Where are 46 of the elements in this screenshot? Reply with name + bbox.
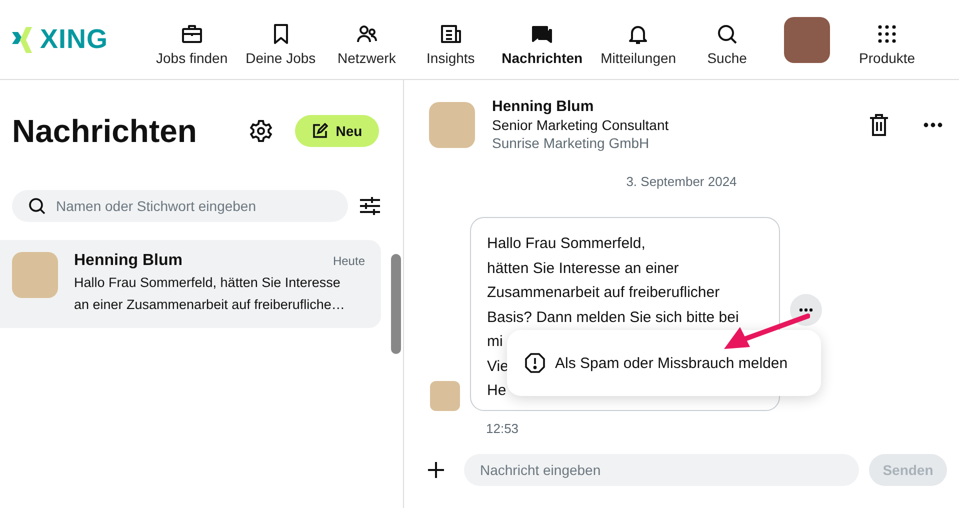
contact-photo (430, 381, 460, 411)
logo-mark-icon (10, 26, 34, 52)
search-input[interactable]: Namen oder Stichwort eingeben (54, 197, 348, 215)
contact-name: Henning Blum (74, 252, 182, 270)
filter-icon[interactable] (360, 197, 380, 215)
nav-item[interactable]: Deine Jobs (238, 22, 324, 66)
logo-text: XING (40, 24, 108, 55)
new-message-button[interactable]: Neu (295, 115, 379, 147)
contact-photo (429, 102, 475, 148)
message-line: Zusammenarbeit auf freiberuflicher (487, 283, 720, 303)
contact-name: Henning Blum (492, 98, 595, 116)
search-icon (28, 197, 46, 215)
message-line: hätten Sie Interesse an einer (487, 258, 679, 278)
page-title: Nachrichten (12, 112, 198, 150)
nav-item[interactable]: Nachrichten (494, 22, 591, 66)
message-line: He (487, 381, 506, 401)
message-line: mi (487, 332, 503, 352)
date-divider: 3. September 2024 (625, 174, 738, 189)
profile-avatar[interactable] (784, 16, 830, 62)
edit-icon (312, 123, 328, 139)
message-input[interactable]: Nachricht eingeben (464, 454, 859, 486)
contact-photo (12, 252, 58, 298)
nav-item[interactable]: Netzwerk (326, 22, 408, 66)
settings-icon[interactable] (249, 119, 273, 143)
message-preview: Hallo Frau Sommerfeld, hätten Sie Interesse an einer Zusammenarbeit auf freiberufliche… (74, 274, 346, 314)
message-time: Heute (332, 254, 365, 268)
contact-title: Senior Marketing Consultant (492, 116, 670, 134)
more-icon (799, 308, 813, 312)
company-name: Sunrise Marketing GmbH (492, 134, 650, 152)
nav-item[interactable]: Mitteilungen (592, 22, 684, 66)
message-time: 12:53 (485, 420, 520, 436)
delete-icon[interactable] (870, 114, 888, 136)
message-line: Vie (487, 356, 508, 376)
nav-item[interactable]: Insights (410, 22, 492, 66)
search-field[interactable]: Namen oder Stichwort eingeben (12, 190, 348, 222)
conversation-item[interactable]: Henning Blum Heute Hallo Frau Sommerfeld, hätten Sie Interesse an einer Zusammenarbeit auf freiberufliche… (0, 240, 381, 328)
nav-item[interactable]: Jobs finden (148, 22, 236, 66)
more-icon[interactable] (923, 122, 943, 128)
message-line: Basis? Dann melden Sie sich bitte bei (487, 308, 739, 328)
nav-item[interactable]: Suche (686, 22, 768, 66)
add-icon[interactable] (428, 462, 444, 478)
report-spam-menu-item[interactable]: Als Spam oder Missbrauch melden (525, 353, 788, 373)
message-line: Hallo Frau Sommerfeld, (487, 234, 646, 254)
message-options-button[interactable] (790, 294, 822, 326)
warning-icon (525, 353, 545, 373)
nav-item[interactable]: Produkte (846, 22, 928, 66)
